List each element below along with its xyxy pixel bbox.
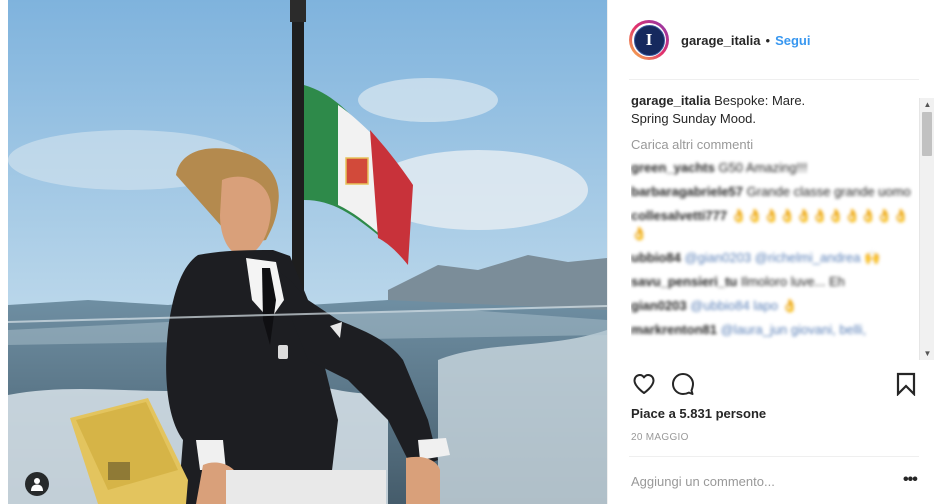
comment-text: Grande classe grande uomo	[746, 184, 911, 199]
comment-username[interactable]: green_yachts	[631, 160, 715, 175]
caption-line2: Spring Sunday Mood.	[631, 111, 757, 126]
photo-illustration	[8, 0, 607, 504]
header-divider	[629, 79, 919, 80]
avatar-logo: I	[633, 24, 665, 56]
follow-button[interactable]: Segui	[775, 33, 810, 48]
load-more-comments[interactable]: Carica altri commenti	[631, 136, 913, 154]
header-separator: •	[765, 32, 771, 48]
comment-username[interactable]: gian0203	[631, 298, 687, 313]
comment-item: ubbio84 @gian0203 @richelmi_andrea 🙌	[631, 249, 913, 267]
scroll-up-arrow-icon[interactable]: ▲	[923, 100, 932, 109]
comment-text: @laura_jun giovani, belli,	[720, 322, 867, 337]
avatar[interactable]: I	[629, 20, 669, 60]
comment-item: green_yachts G50 Amazing!!!	[631, 159, 913, 177]
comment-username[interactable]: barbaragabriele57	[631, 184, 743, 199]
comment-item: savu_pensieri_tu Ilmoloro luve... Eh	[631, 273, 913, 291]
comment-text: @gian0203 @richelmi_andrea 🙌	[684, 250, 881, 265]
comment-username[interactable]: collesalvetti777	[631, 208, 727, 223]
post-caption: garage_italia Bespoke: Mare. Spring Sund…	[631, 92, 913, 128]
comment-text: Ilmoloro luve... Eh	[740, 274, 845, 289]
post-date[interactable]: 20 MAGGIO	[631, 432, 689, 443]
comment-item: markrenton81 @laura_jun giovani, belli,	[631, 321, 913, 339]
comment-username[interactable]: ubbio84	[631, 250, 681, 265]
scrollbar-thumb[interactable]	[922, 112, 932, 156]
caption-line1: Bespoke: Mare.	[714, 93, 806, 108]
comment-text: G50 Amazing!!!	[718, 160, 808, 175]
post-photo[interactable]	[8, 0, 607, 504]
scroll-down-arrow-icon[interactable]: ▼	[923, 349, 932, 358]
bookmark-icon[interactable]	[896, 372, 916, 396]
comment-item: barbaragabriele57 Grande classe grande u…	[631, 183, 913, 201]
comments-list: garage_italia Bespoke: Mare. Spring Sund…	[631, 92, 913, 360]
heart-icon[interactable]	[632, 372, 656, 396]
action-bar	[632, 372, 922, 398]
likes-count[interactable]: Piace a 5.831 persone	[631, 406, 766, 421]
add-comment-input[interactable]: Aggiungi un commento...	[631, 474, 775, 489]
comments-scrollbar[interactable]: ▲ ▼	[919, 98, 934, 360]
comment-item: gian0203 @ubbio84 lapo 👌	[631, 297, 913, 315]
header-username[interactable]: garage_italia	[681, 33, 761, 48]
caption-username[interactable]: garage_italia	[631, 93, 711, 108]
left-edge	[0, 0, 8, 504]
avatar-ring: I	[632, 23, 666, 57]
comment-username[interactable]: savu_pensieri_tu	[631, 274, 737, 289]
more-options-button[interactable]: •••	[903, 471, 918, 489]
comment-item: collesalvetti777 👌👌👌👌👌👌👌👌👌👌👌👌	[631, 207, 913, 243]
comment-text: @ubbio84 lapo 👌	[690, 298, 798, 313]
comment-username[interactable]: markrenton81	[631, 322, 717, 337]
comment-icon[interactable]	[671, 372, 695, 396]
user-tag-icon[interactable]	[25, 472, 49, 496]
comment-box-divider	[629, 456, 919, 457]
post-header: I garage_italia • Segui	[629, 14, 919, 66]
